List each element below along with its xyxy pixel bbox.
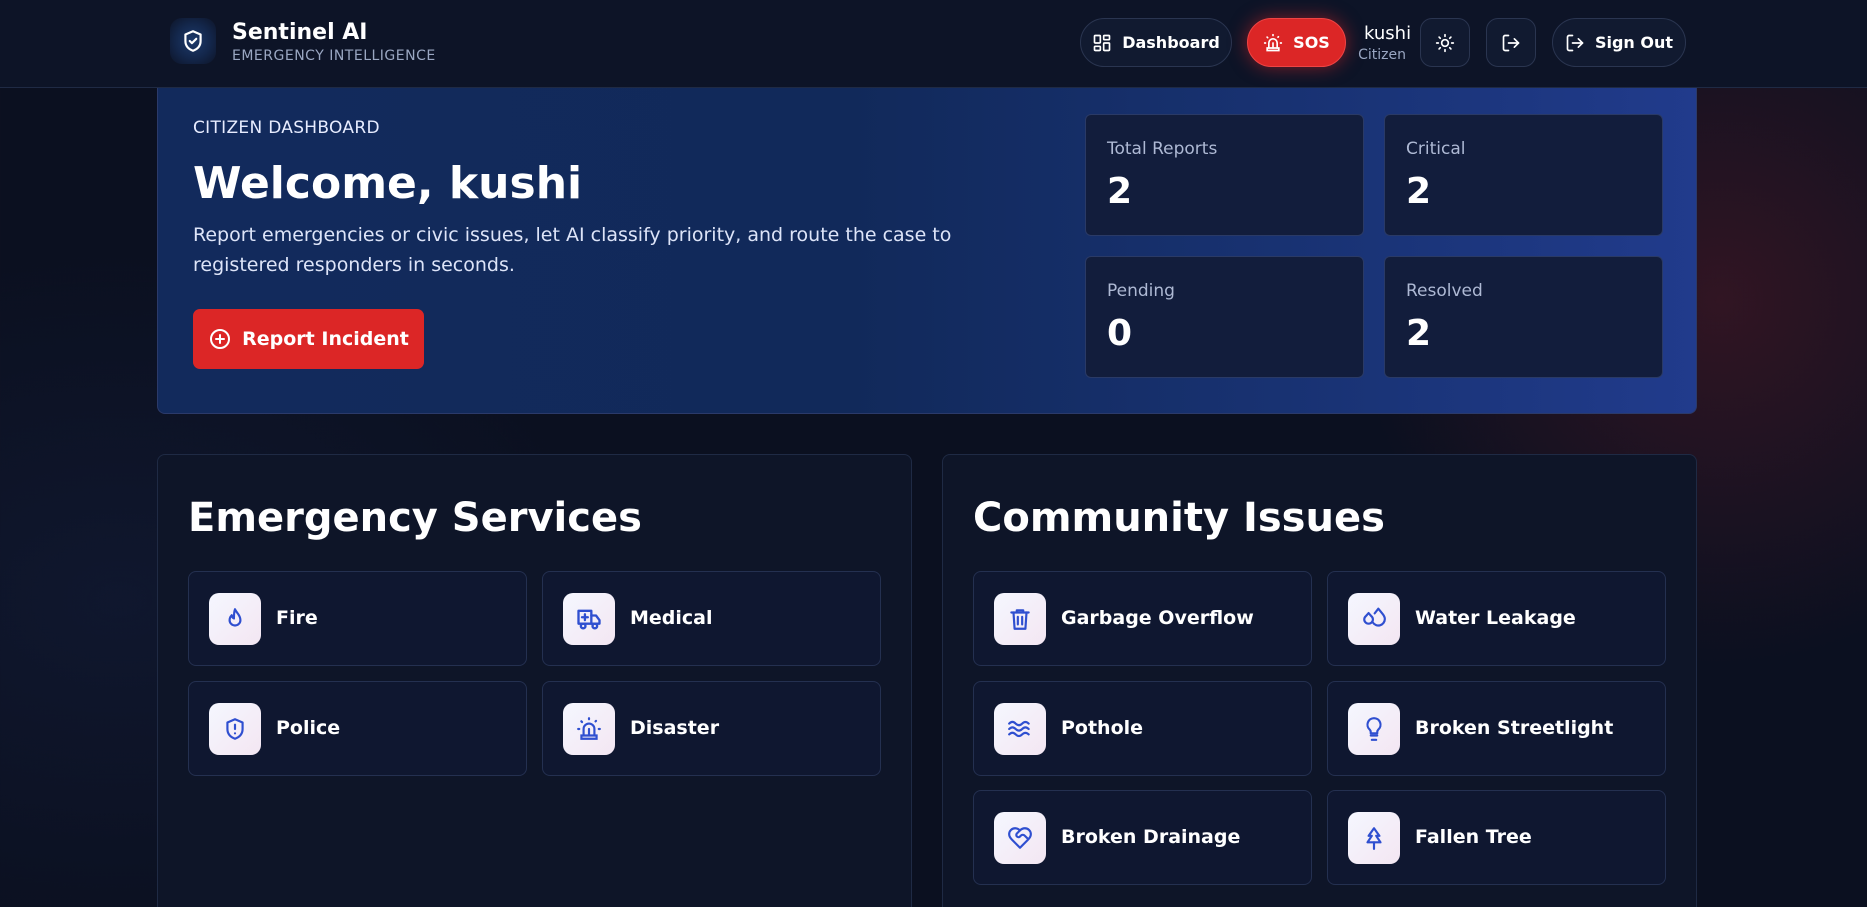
log-out-icon bbox=[1502, 34, 1520, 51]
tree-icon bbox=[1348, 812, 1400, 864]
droplets-icon bbox=[1348, 593, 1400, 645]
tile-label: Garbage Overflow bbox=[1061, 607, 1254, 629]
top-navigation-bar: Sentinel AI EMERGENCY INTELLIGENCE Dashb… bbox=[0, 0, 1867, 88]
welcome-description: Report emergencies or civic issues, let … bbox=[193, 224, 952, 276]
service-tile-disaster[interactable]: Disaster bbox=[542, 681, 881, 776]
welcome-banner: CITIZEN DASHBOARD Welcome, kushi Report … bbox=[157, 88, 1697, 414]
brand-logo[interactable] bbox=[170, 18, 216, 64]
layout-grid-icon bbox=[1093, 34, 1111, 51]
issue-tile-water-leakage[interactable]: Water Leakage bbox=[1327, 571, 1666, 666]
stat-label: Total Reports bbox=[1107, 139, 1218, 159]
stat-card-total-reports: Total Reports 2 bbox=[1085, 114, 1364, 236]
stat-label: Resolved bbox=[1406, 281, 1483, 301]
issue-tile-broken-streetlight[interactable]: Broken Streetlight bbox=[1327, 681, 1666, 776]
tile-label: Fire bbox=[276, 607, 318, 629]
plus-circle-icon bbox=[210, 329, 231, 349]
issue-tile-garbage-overflow[interactable]: Garbage Overflow bbox=[973, 571, 1312, 666]
flame-icon bbox=[209, 593, 261, 645]
stat-label: Pending bbox=[1107, 281, 1175, 301]
dashboard-button-label: Dashboard bbox=[1122, 33, 1220, 52]
stat-card-pending: Pending 0 bbox=[1085, 256, 1364, 378]
log-out-icon bbox=[1566, 34, 1584, 51]
shield-check-icon bbox=[184, 30, 202, 52]
brand-subtitle: EMERGENCY INTELLIGENCE bbox=[232, 48, 436, 64]
report-incident-label: Report Incident bbox=[242, 328, 409, 350]
shield-alert-icon bbox=[209, 703, 261, 755]
siren-icon bbox=[563, 703, 615, 755]
welcome-title: Welcome, kushi bbox=[193, 158, 583, 209]
issue-tile-pothole[interactable]: Pothole bbox=[973, 681, 1312, 776]
lightbulb-icon bbox=[1348, 703, 1400, 755]
tile-label: Broken Streetlight bbox=[1415, 717, 1614, 739]
user-name: kushi bbox=[1364, 23, 1412, 44]
tile-label: Medical bbox=[630, 607, 713, 629]
stat-card-critical: Critical 2 bbox=[1384, 114, 1663, 236]
tile-label: Police bbox=[276, 717, 341, 739]
sos-button[interactable]: SOS bbox=[1247, 18, 1346, 67]
stat-card-resolved: Resolved 2 bbox=[1384, 256, 1663, 378]
emergency-services-title: Emergency Services bbox=[188, 495, 642, 541]
dashboard-button[interactable]: Dashboard bbox=[1080, 18, 1232, 67]
tile-label: Broken Drainage bbox=[1061, 826, 1241, 848]
siren-icon bbox=[1264, 33, 1283, 51]
sun-icon bbox=[1435, 33, 1455, 52]
community-issues-title: Community Issues bbox=[973, 495, 1385, 541]
stat-value: 2 bbox=[1107, 171, 1133, 212]
trash-icon bbox=[994, 593, 1046, 645]
waves-icon bbox=[994, 703, 1046, 755]
stat-value: 2 bbox=[1406, 313, 1432, 354]
tile-label: Water Leakage bbox=[1415, 607, 1576, 629]
stat-value: 0 bbox=[1107, 313, 1133, 354]
service-tile-medical[interactable]: Medical bbox=[542, 571, 881, 666]
ambulance-icon bbox=[563, 593, 615, 645]
service-tile-police[interactable]: Police bbox=[188, 681, 527, 776]
community-issues-panel: Community Issues Garbage Overflow Water … bbox=[942, 454, 1697, 907]
report-incident-button[interactable]: Report Incident bbox=[193, 309, 424, 369]
brand-title: Sentinel AI bbox=[232, 20, 368, 45]
user-role: Citizen bbox=[1358, 47, 1406, 63]
sign-out-button-label: Sign Out bbox=[1594, 33, 1674, 52]
stat-value: 2 bbox=[1406, 171, 1432, 212]
tile-label: Fallen Tree bbox=[1415, 826, 1532, 848]
dashboard-kicker: CITIZEN DASHBOARD bbox=[193, 118, 380, 138]
logout-icon-button[interactable] bbox=[1486, 18, 1536, 67]
tile-label: Disaster bbox=[630, 717, 720, 739]
issue-tile-broken-drainage[interactable]: Broken Drainage bbox=[973, 790, 1312, 885]
sos-button-label: SOS bbox=[1293, 33, 1330, 52]
emergency-services-panel: Emergency Services Fire Medical Police D… bbox=[157, 454, 912, 907]
sign-out-button[interactable]: Sign Out bbox=[1552, 18, 1686, 67]
tile-label: Pothole bbox=[1061, 717, 1144, 739]
heart-handshake-icon bbox=[994, 812, 1046, 864]
theme-toggle-button[interactable] bbox=[1420, 18, 1470, 67]
service-tile-fire[interactable]: Fire bbox=[188, 571, 527, 666]
stat-label: Critical bbox=[1406, 139, 1466, 159]
issue-tile-fallen-tree[interactable]: Fallen Tree bbox=[1327, 790, 1666, 885]
